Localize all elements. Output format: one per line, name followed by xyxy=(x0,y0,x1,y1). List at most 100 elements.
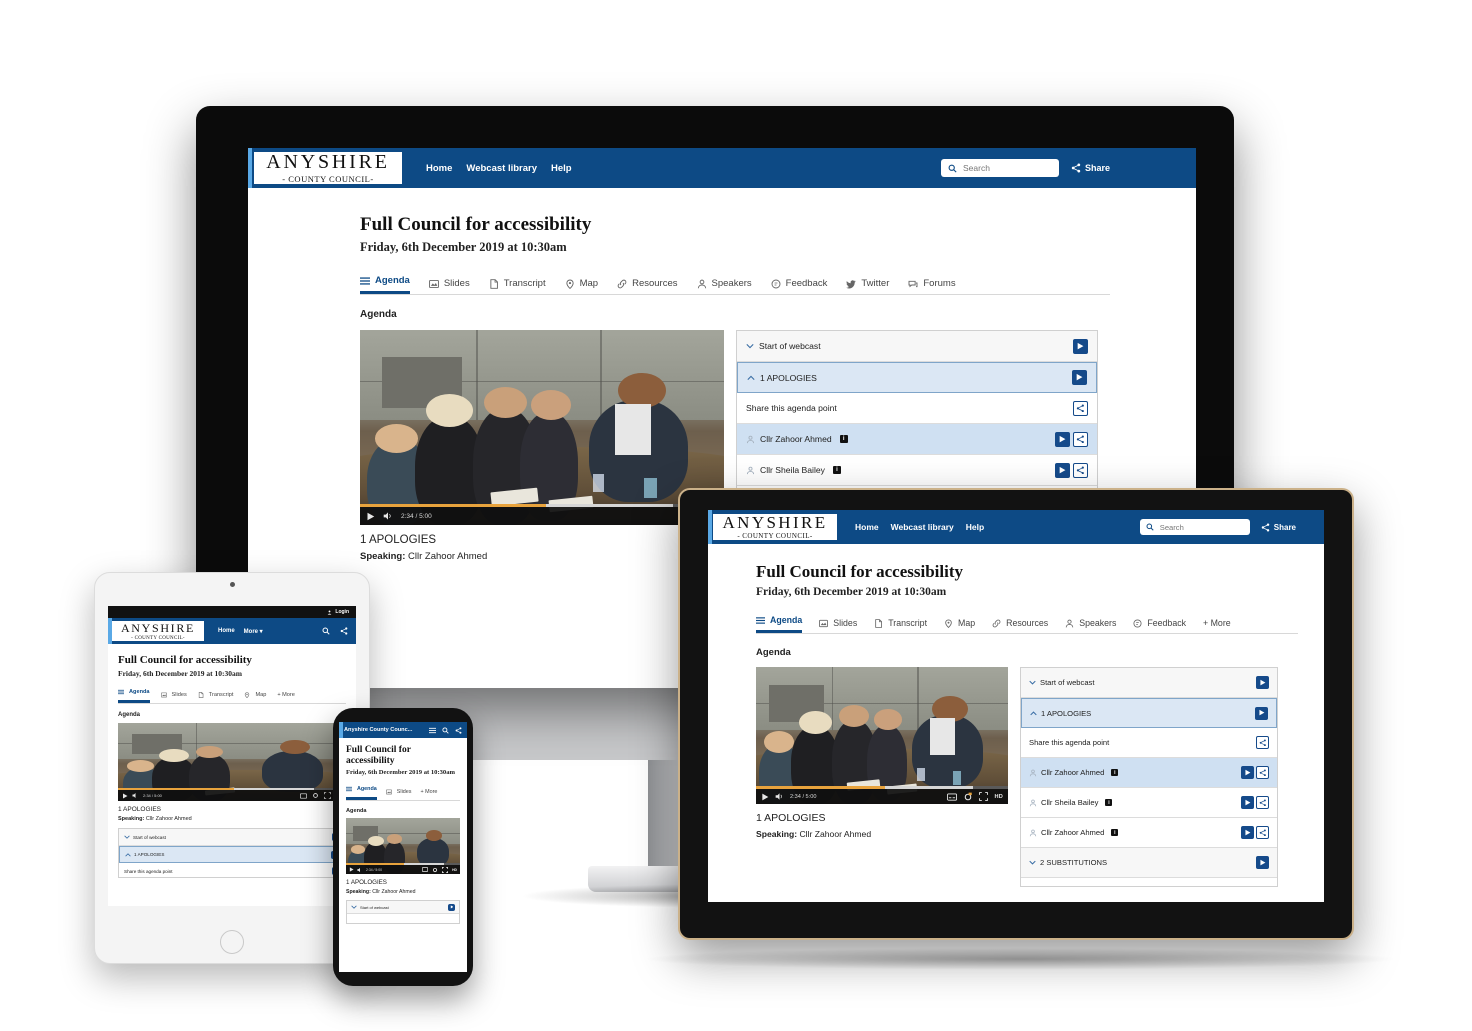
hd-badge[interactable]: HD xyxy=(452,868,457,872)
captions-icon[interactable] xyxy=(300,792,308,799)
fullscreen-icon[interactable] xyxy=(979,792,989,801)
agenda-item-row[interactable]: 1 APOLOGIES xyxy=(737,362,1097,393)
chevron-up-icon[interactable] xyxy=(1030,710,1037,717)
tab-agenda[interactable]: Agenda xyxy=(360,275,410,294)
tab-slides[interactable]: Slides xyxy=(160,692,187,703)
captions-icon[interactable] xyxy=(422,867,429,872)
captions-icon[interactable] xyxy=(947,792,958,801)
search-input[interactable]: Search xyxy=(940,159,1059,177)
tab-feedback[interactable]: Feedback xyxy=(1133,618,1186,633)
tab-slides[interactable]: Slides xyxy=(385,789,411,800)
row-share-button[interactable] xyxy=(1073,431,1088,447)
tab-map[interactable]: Map xyxy=(565,278,598,294)
agenda-share-row[interactable]: Share this agenda point xyxy=(119,863,345,877)
row-share-button[interactable] xyxy=(1073,400,1088,416)
chevron-up-icon[interactable] xyxy=(747,374,755,382)
chevron-down-icon[interactable] xyxy=(746,342,754,350)
nav-link-help[interactable]: Help xyxy=(966,522,984,532)
agenda-speaker-row[interactable]: Cllr Sheila Bailey i xyxy=(1021,788,1277,818)
chevron-down-icon[interactable] xyxy=(124,834,130,840)
tab-feedback[interactable]: Feedback xyxy=(771,278,827,294)
tab-resources[interactable]: Resources xyxy=(617,278,678,294)
video-progress-bar[interactable] xyxy=(118,788,346,790)
agenda-list[interactable]: Start of webcast 1 APOLOGIES Share this ag… xyxy=(118,828,346,878)
row-play-button[interactable] xyxy=(1255,706,1268,720)
chevron-down-icon[interactable] xyxy=(1029,679,1036,686)
play-icon[interactable] xyxy=(761,793,769,801)
tab-transcript[interactable]: Transcript xyxy=(874,618,927,633)
tab-more[interactable]: + More xyxy=(1203,618,1231,633)
tab-slides[interactable]: Slides xyxy=(428,278,470,294)
search-input[interactable]: Search xyxy=(1139,519,1250,535)
nav-link-home[interactable]: Home xyxy=(218,628,235,634)
play-icon[interactable] xyxy=(349,867,354,872)
tablet-home-button[interactable] xyxy=(220,930,244,954)
row-play-button[interactable] xyxy=(448,903,455,911)
agenda-share-row[interactable]: Share this agenda point xyxy=(1021,728,1277,758)
tab-map[interactable]: Map xyxy=(244,692,266,703)
tab-map[interactable]: Map xyxy=(944,618,975,633)
agenda-speaker-row[interactable]: Cllr Zahoor Ahmed i xyxy=(1021,818,1277,848)
video-progress-bar[interactable] xyxy=(360,504,724,507)
share-button[interactable]: Share xyxy=(1261,523,1296,532)
info-icon[interactable]: i xyxy=(832,466,841,474)
video-player[interactable]: 2:34 / 5:00 xyxy=(360,330,724,525)
nav-link-help[interactable]: Help xyxy=(551,163,572,174)
tab-agenda[interactable]: Agenda xyxy=(346,786,377,801)
hd-badge[interactable]: HD xyxy=(994,794,1003,800)
volume-icon[interactable] xyxy=(132,792,139,799)
site-logo[interactable]: ANYSHIRE - COUNTY COUNCIL- xyxy=(254,152,402,184)
row-share-button[interactable] xyxy=(1256,736,1269,749)
phone-site-title[interactable]: Anyshire County Counc... xyxy=(344,727,412,733)
video-progress-bar[interactable] xyxy=(346,863,460,866)
chevron-down-icon[interactable] xyxy=(1029,859,1036,866)
video-player[interactable]: 2:34 / 5:00 HD xyxy=(346,818,460,875)
tab-slides[interactable]: Slides xyxy=(819,618,857,633)
settings-icon[interactable] xyxy=(312,792,319,799)
tab-transcript[interactable]: Transcript xyxy=(198,692,233,703)
chevron-down-icon[interactable] xyxy=(351,904,357,910)
share-icon[interactable] xyxy=(455,726,462,734)
info-icon[interactable]: i xyxy=(1105,799,1113,806)
row-play-button[interactable] xyxy=(1073,338,1088,354)
agenda-item-row[interactable]: 1 APOLOGIES xyxy=(1021,698,1277,728)
play-icon[interactable] xyxy=(122,793,128,799)
row-play-button[interactable] xyxy=(1241,796,1254,809)
settings-icon[interactable] xyxy=(963,792,973,802)
tab-resources[interactable]: Resources xyxy=(992,618,1048,633)
agenda-speaker-row[interactable]: Cllr Sheila Bailey i xyxy=(737,455,1097,486)
fullscreen-icon[interactable] xyxy=(324,792,332,799)
volume-icon[interactable] xyxy=(357,867,363,873)
video-controls[interactable]: 2:34 / 5:00 HD xyxy=(118,788,346,801)
agenda-item-row[interactable]: 1 APOLOGIES xyxy=(119,846,345,863)
tab-agenda[interactable]: Agenda xyxy=(118,689,150,703)
tab-speakers[interactable]: Speakers xyxy=(697,278,752,294)
row-play-button[interactable] xyxy=(1241,766,1254,779)
play-icon[interactable] xyxy=(366,512,375,521)
tab-transcript[interactable]: Transcript xyxy=(489,278,546,294)
site-logo[interactable]: ANYSHIRE - COUNTY COUNCIL- xyxy=(112,621,204,641)
tab-twitter[interactable]: Twitter xyxy=(846,278,889,294)
video-progress-bar[interactable] xyxy=(756,786,1008,789)
info-icon[interactable]: i xyxy=(1111,829,1119,836)
nav-link-more[interactable]: More ▾ xyxy=(244,628,263,635)
share-button[interactable]: Share xyxy=(1071,163,1110,173)
tab-forums[interactable]: Forums xyxy=(908,278,956,294)
agenda-item-row[interactable]: 2 SUBSTITUTIONS xyxy=(1021,848,1277,878)
volume-icon[interactable] xyxy=(383,511,393,521)
info-icon[interactable]: i xyxy=(839,435,848,443)
row-play-button[interactable] xyxy=(1055,431,1070,447)
agenda-share-row[interactable]: Share this agenda point xyxy=(737,393,1097,424)
tablet-login-label[interactable]: Login xyxy=(335,609,349,615)
row-play-button[interactable] xyxy=(1055,462,1070,478)
agenda-item-row[interactable]: Start of webcast xyxy=(737,331,1097,362)
nav-link-webcast-library[interactable]: Webcast library xyxy=(466,163,537,174)
tab-speakers[interactable]: Speakers xyxy=(1065,618,1116,633)
video-player[interactable]: 2:34 / 5:00 HD xyxy=(118,723,346,801)
agenda-item-row[interactable]: Start of webcast xyxy=(119,829,345,846)
nav-link-home[interactable]: Home xyxy=(855,522,879,532)
row-play-button[interactable] xyxy=(1256,856,1269,869)
hamburger-menu-icon[interactable] xyxy=(429,727,436,734)
fullscreen-icon[interactable] xyxy=(442,866,449,873)
row-play-button[interactable] xyxy=(1072,370,1087,385)
